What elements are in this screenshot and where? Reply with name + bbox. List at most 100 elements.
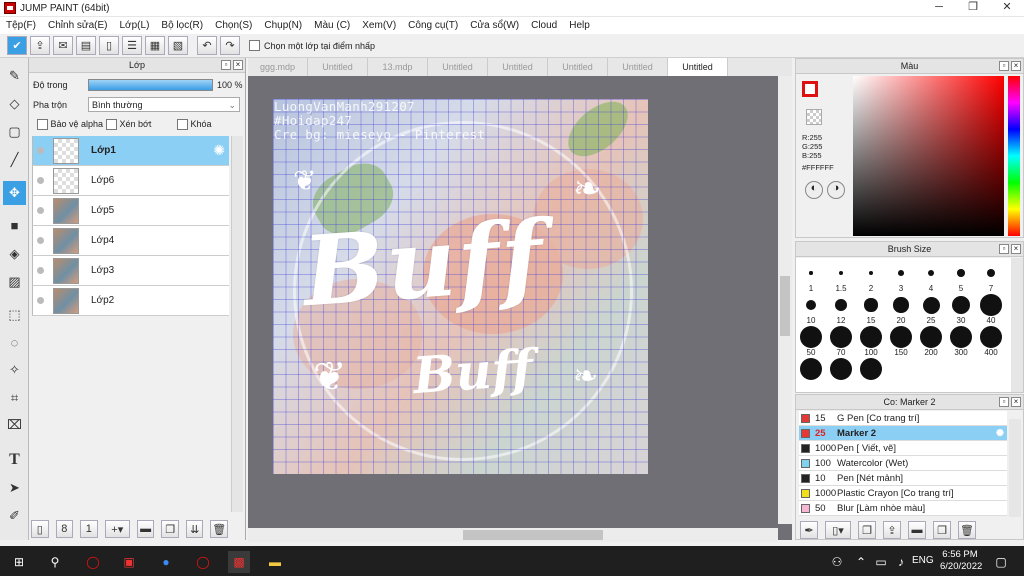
minimize-button[interactable]: ─ [922, 0, 956, 17]
palette-icon[interactable]: ◐ [805, 181, 823, 199]
layer-scrollbar[interactable] [231, 136, 243, 512]
menu-view[interactable]: Xem(V) [356, 20, 402, 31]
panel-close-icon[interactable]: × [1011, 397, 1021, 407]
lasso-icon[interactable]: ◌ [3, 330, 26, 354]
visibility-icon[interactable] [37, 297, 44, 304]
copy-pen-icon[interactable]: ❐ [858, 521, 876, 539]
eyedropper-icon[interactable]: ✐ [3, 504, 26, 528]
undo-icon[interactable]: ↶ [197, 36, 217, 55]
menu-edit[interactable]: Chỉnh sửa(E) [42, 20, 114, 31]
tab-document[interactable]: Untitled [488, 58, 548, 76]
add-layer-menu-icon[interactable]: +▾ [104, 520, 130, 538]
pen-item[interactable]: 25 Marker 2 ✺ [799, 426, 1007, 441]
undock-icon[interactable]: ▫ [221, 60, 231, 70]
pen-scrollbar[interactable] [1009, 419, 1021, 517]
close-button[interactable]: ✕ [990, 0, 1024, 17]
brush-size-option[interactable]: 40 [976, 294, 1006, 325]
tab-document[interactable]: Untitled [608, 58, 668, 76]
clock[interactable]: 6:56 PM 6/20/2022 [940, 549, 982, 573]
layer-row[interactable]: Lớp1 ✺ [32, 136, 229, 166]
new-1bit-layer-icon[interactable]: 1 [80, 520, 98, 538]
trash-icon[interactable]: 🗑 [210, 520, 229, 538]
brush-size-option[interactable]: 10 [796, 294, 826, 325]
pen-item[interactable]: 100 Watercolor (Wet) [799, 456, 1007, 471]
scroll-thumb[interactable] [780, 276, 790, 336]
tab-document[interactable]: Untitled [428, 58, 488, 76]
panel-close-icon[interactable]: × [233, 60, 243, 70]
pen-item[interactable]: 1000 Pen [ Viết, vẽ] [799, 441, 1007, 456]
language-indicator[interactable]: ENG [912, 555, 934, 566]
brush-size-option[interactable]: 100 [856, 326, 886, 357]
opera-gx-icon[interactable]: ◯ [192, 551, 214, 573]
select-rect-icon[interactable]: ⬚ [3, 303, 26, 327]
brush-size-option[interactable]: 2 [856, 262, 886, 293]
layer-row[interactable]: Lớp4 [32, 226, 229, 256]
visibility-icon[interactable] [37, 237, 44, 244]
canvas-vertical-scrollbar[interactable] [778, 76, 792, 524]
visibility-icon[interactable] [37, 207, 44, 214]
brush-size-option[interactable]: 70 [826, 326, 856, 357]
palette-settings-icon[interactable]: ◑ [827, 181, 845, 199]
blend-select[interactable]: Bình thường ⌄ [88, 97, 240, 112]
line-tool-icon[interactable]: ╱ [3, 148, 26, 172]
clipping-option[interactable]: Xén bớt [106, 119, 151, 131]
brush-size-option[interactable] [796, 358, 826, 380]
menu-cloud[interactable]: Cloud [525, 20, 563, 31]
windows-start-icon[interactable]: ⊞ [8, 551, 30, 573]
brush-size-option[interactable]: 400 [976, 326, 1006, 357]
hue-slider[interactable] [1008, 76, 1020, 236]
new-8bit-layer-icon[interactable]: 8 [55, 520, 74, 538]
chat-icon[interactable]: ▤ [76, 36, 96, 55]
rect-tool-icon[interactable]: ▢ [3, 120, 26, 144]
move-tool-icon[interactable]: ✥ [3, 181, 26, 205]
layer-row[interactable]: Lớp5 [32, 196, 229, 226]
opera-icon[interactable]: ◯ [82, 551, 104, 573]
text-tool-icon[interactable]: T [3, 448, 26, 472]
visibility-icon[interactable] [37, 147, 44, 154]
select-layer-checkbox[interactable] [249, 40, 260, 51]
lock-option[interactable]: Khóa [177, 119, 212, 131]
app-icon[interactable]: ▣ [118, 551, 140, 573]
protect-alpha-option[interactable]: Bảo vệ alpha [37, 119, 103, 131]
visibility-icon[interactable] [37, 267, 44, 274]
brush-size-option[interactable]: 1.5 [826, 262, 856, 293]
layers-icon[interactable]: ▦ [145, 36, 165, 55]
clipping-checkbox[interactable] [106, 119, 117, 131]
checklist-icon[interactable]: ▧ [168, 36, 188, 55]
zalo-icon[interactable]: ● [155, 551, 177, 573]
duplicate-icon[interactable]: ❐ [933, 521, 951, 539]
page-icon[interactable]: ▯ [99, 36, 119, 55]
brush-size-option[interactable]: 200 [916, 326, 946, 357]
menu-select[interactable]: Chọn(S) [209, 20, 258, 31]
add-pen-menu-icon[interactable]: ▯▾ [825, 521, 851, 539]
undock-icon[interactable]: ▫ [999, 244, 1009, 254]
brush-size-option[interactable]: 5 [946, 262, 976, 293]
canvas-horizontal-scrollbar[interactable] [248, 528, 778, 542]
file-explorer-icon[interactable]: ▬ [264, 551, 286, 573]
brush-size-option[interactable]: 300 [946, 326, 976, 357]
brush-size-option[interactable]: 3 [886, 262, 916, 293]
trash-icon[interactable]: 🗑 [958, 521, 976, 539]
menu-help[interactable]: Help [563, 20, 596, 31]
visibility-icon[interactable] [37, 177, 44, 184]
brush-size-option[interactable]: 50 [796, 326, 826, 357]
comment-icon[interactable]: ✉ [53, 36, 73, 55]
brush-size-option[interactable]: 4 [916, 262, 946, 293]
brush-size-option[interactable]: 12 [826, 294, 856, 325]
brush-tool-icon[interactable]: ✎ [3, 64, 26, 88]
foreground-color-swatch[interactable] [802, 81, 818, 97]
undock-icon[interactable]: ▫ [999, 397, 1009, 407]
brush-size-option[interactable]: 25 [916, 294, 946, 325]
pen-item[interactable]: 10 Pen [Nét mảnh] [799, 471, 1007, 486]
duplicate-icon[interactable]: ❐ [161, 520, 179, 538]
brush-scrollbar[interactable] [1011, 258, 1023, 392]
panel-close-icon[interactable]: × [1011, 244, 1021, 254]
gear-icon[interactable]: ✺ [213, 142, 225, 159]
panel-close-icon[interactable]: × [1011, 61, 1021, 71]
layer-row[interactable]: Lớp6 [32, 166, 229, 196]
tab-document[interactable]: Untitled [548, 58, 608, 76]
brush-size-option[interactable]: 7 [976, 262, 1006, 293]
pen-item[interactable]: 50 Blur [Làm nhòe màu] [799, 501, 1007, 516]
layer-row[interactable]: Lớp2 [32, 286, 229, 316]
layer-row[interactable]: Lớp3 [32, 256, 229, 286]
